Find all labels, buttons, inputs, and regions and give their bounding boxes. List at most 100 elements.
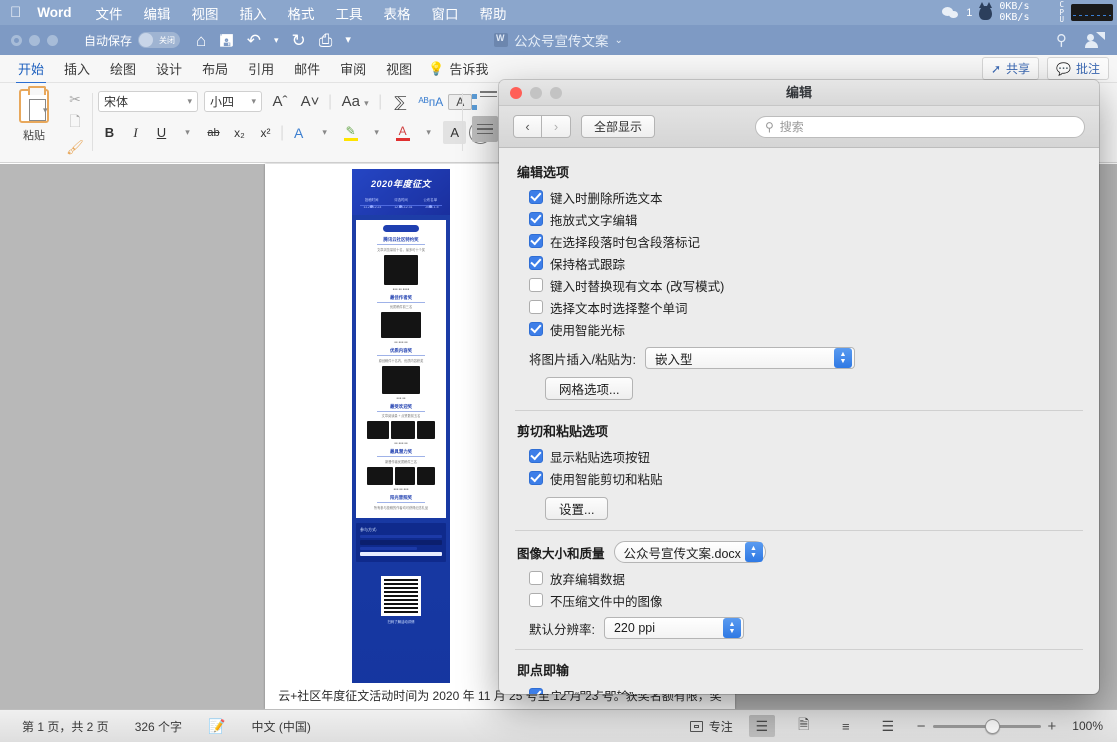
zoom-slider[interactable]: − + <box>917 718 1057 735</box>
comments-button[interactable]: 💬 批注 <box>1047 57 1109 80</box>
scissors-icon[interactable]: ✂ <box>60 87 90 111</box>
cat-icon[interactable] <box>979 1 993 20</box>
checkbox-row-discard-editing-data[interactable]: 放弃编辑数据 <box>499 567 1099 589</box>
checkbox-drag-and-drop[interactable] <box>529 212 543 226</box>
strikethrough-button[interactable]: ab <box>202 121 225 144</box>
default-resolution-popup[interactable]: 220 ppi ▲ ▼ <box>603 617 744 639</box>
checkbox-row-keep-track-formatting[interactable]: 保持格式跟踪 <box>499 252 1099 274</box>
checkbox-row-do-not-compress-images[interactable]: 不压缩文件中的图像 <box>499 589 1099 611</box>
language-status[interactable]: 中文 (中国) <box>251 718 310 735</box>
promotional-image[interactable]: 2020年度征文 投稿时间 评选时间 公布名单 11.25-12.23 12.2… <box>352 169 450 697</box>
change-case-icon[interactable]: Aa ▾ <box>338 93 372 110</box>
paste-dropdown-caret-icon[interactable]: ▾ <box>43 105 48 116</box>
outline-view-icon[interactable]: ≡ <box>833 715 859 737</box>
abc-check-icon[interactable]: ᴬᴮᴨA <box>418 95 443 109</box>
italic-button[interactable]: I <box>124 121 147 144</box>
checkbox-include-paragraph-mark[interactable] <box>529 234 543 248</box>
clipboard-settings-button[interactable]: 设置... <box>545 497 609 520</box>
tab-view[interactable]: 视图 <box>376 55 422 83</box>
overflow-icon[interactable]: ▾ <box>345 34 351 46</box>
insert-paste-as-popup[interactable]: 嵌入型 ▲ ▼ <box>644 347 855 369</box>
autosave-toggle[interactable]: 关闭 <box>138 32 181 48</box>
home-icon[interactable]: ⌂ <box>196 32 206 49</box>
image-scope-popup[interactable]: 公众号宣传文案.docx ▲ ▼ <box>613 541 766 563</box>
tab-layout[interactable]: 布局 <box>192 55 238 83</box>
zoom-track[interactable] <box>932 718 1041 734</box>
tab-references[interactable]: 引用 <box>238 55 284 83</box>
grow-font-icon[interactable]: Aˆ <box>268 93 292 110</box>
text-effects-icon[interactable]: A <box>287 121 310 144</box>
zoom-knob[interactable] <box>984 718 1000 734</box>
menu-item-format[interactable]: 格式 <box>288 3 315 23</box>
checkbox-row-include-paragraph-mark[interactable]: 在选择段落时包含段落标记 <box>499 230 1099 252</box>
print-layout-view-icon[interactable]: ☰ <box>748 715 775 737</box>
word-count-status[interactable]: 326 个字 <box>135 718 182 735</box>
menu-item-window[interactable]: 窗口 <box>432 3 459 23</box>
checkbox-typing-replaces-selection[interactable] <box>529 190 543 204</box>
checkbox-keep-track-formatting[interactable] <box>529 256 543 270</box>
font-color-icon[interactable]: A <box>391 121 414 144</box>
network-speed-indicator[interactable]: 0KB/s 0KB/s <box>999 1 1029 23</box>
checkbox-row-select-whole-word[interactable]: 选择文本时选择整个单词 <box>499 296 1099 318</box>
stepper-arrows-icon[interactable]: ▲ ▼ <box>722 618 741 638</box>
checkbox-do-not-compress-images[interactable] <box>529 593 543 607</box>
bullet-list-icon[interactable] <box>472 91 498 110</box>
share-person-icon[interactable] <box>1085 32 1105 48</box>
menu-app-name[interactable]: Word <box>37 5 71 20</box>
menu-item-table[interactable]: 表格 <box>384 3 411 23</box>
checkbox-row-drag-and-drop[interactable]: 拖放式文字编辑 <box>499 208 1099 230</box>
underline-dropdown-caret-icon[interactable]: ▾ <box>176 121 199 144</box>
font-name-combo[interactable]: 宋体 ▾ <box>98 91 198 112</box>
underline-button[interactable]: U <box>150 121 173 144</box>
tab-review[interactable]: 审阅 <box>330 55 376 83</box>
menu-item-edit[interactable]: 编辑 <box>144 3 171 23</box>
font-color-caret-icon[interactable]: ▾ <box>417 121 440 144</box>
title-chevron-icon[interactable]: ⌄ <box>615 35 623 46</box>
subscript-button[interactable]: x₂ <box>228 121 251 144</box>
checkbox-row-overtype-mode[interactable]: 键入时替换现有文本 (改写模式) <box>499 274 1099 296</box>
show-all-button[interactable]: 全部显示 <box>581 115 656 138</box>
shrink-font-icon[interactable]: A˅ <box>298 93 322 110</box>
menu-item-help[interactable]: 帮助 <box>480 3 507 23</box>
menu-item-file[interactable]: 文件 <box>96 3 123 23</box>
share-button[interactable]: ➚ 共享 <box>981 57 1040 80</box>
minimize-button[interactable] <box>29 34 40 46</box>
checkbox-select-whole-word[interactable] <box>529 300 543 314</box>
tab-mailings[interactable]: 邮件 <box>284 55 330 83</box>
redo-icon[interactable]: ↻ <box>292 32 306 49</box>
checkbox-enable-click-and-type[interactable] <box>529 688 543 694</box>
superscript-button[interactable]: x² <box>254 121 277 144</box>
print-icon[interactable]: ⎙ <box>319 32 333 49</box>
copy-icon[interactable]: 🗋 <box>60 111 90 135</box>
text-box-icon[interactable]: A <box>448 93 473 110</box>
page-count-status[interactable]: 第 1 页，共 2 页 <box>22 718 109 735</box>
close-button[interactable] <box>11 34 22 46</box>
checkbox-smart-cursor[interactable] <box>529 322 543 336</box>
edit-preferences-dialog[interactable]: 编辑 ‹ › 全部显示 ⚲ 搜索 编辑选项 键入时删除所选文本 拖放式文字编辑 <box>499 80 1099 694</box>
monitor-icon[interactable] <box>1036 6 1052 20</box>
proofing-icon[interactable]: 📝 <box>208 718 225 735</box>
tab-draw[interactable]: 绘图 <box>100 55 146 83</box>
zoom-percent-label[interactable]: 100% <box>1072 719 1103 733</box>
tab-insert[interactable]: 插入 <box>54 55 100 83</box>
stepper-arrows-icon[interactable]: ▲ ▼ <box>744 542 763 562</box>
zoom-out-button[interactable]: − <box>917 718 926 735</box>
text-effects-caret-icon[interactable]: ▾ <box>313 121 336 144</box>
document-title[interactable]: 公众号宣传文案 <box>514 30 609 50</box>
checkbox-row-typing-replaces-selection[interactable]: 键入时删除所选文本 <box>499 186 1099 208</box>
web-layout-view-icon[interactable]: 🗎 <box>791 715 817 737</box>
wechat-icon[interactable] <box>942 6 959 20</box>
focus-mode-button[interactable]: 专注 <box>689 718 733 735</box>
dialog-forward-button[interactable]: › <box>542 115 571 138</box>
search-icon[interactable]: ⚲ <box>1056 31 1067 49</box>
zoom-in-button[interactable]: + <box>1048 718 1057 735</box>
undo-icon[interactable]: ↶ <box>247 32 261 49</box>
grid-options-button[interactable]: 网格选项... <box>545 377 634 400</box>
bold-button[interactable]: B <box>98 121 121 144</box>
checkbox-show-paste-options[interactable] <box>529 449 543 463</box>
checkbox-discard-editing-data[interactable] <box>529 571 543 585</box>
dialog-back-button[interactable]: ‹ <box>513 115 542 138</box>
checkbox-smart-cut-paste[interactable] <box>529 471 543 485</box>
font-size-combo[interactable]: 小四 ▾ <box>204 91 262 112</box>
menu-item-insert[interactable]: 插入 <box>240 3 267 23</box>
